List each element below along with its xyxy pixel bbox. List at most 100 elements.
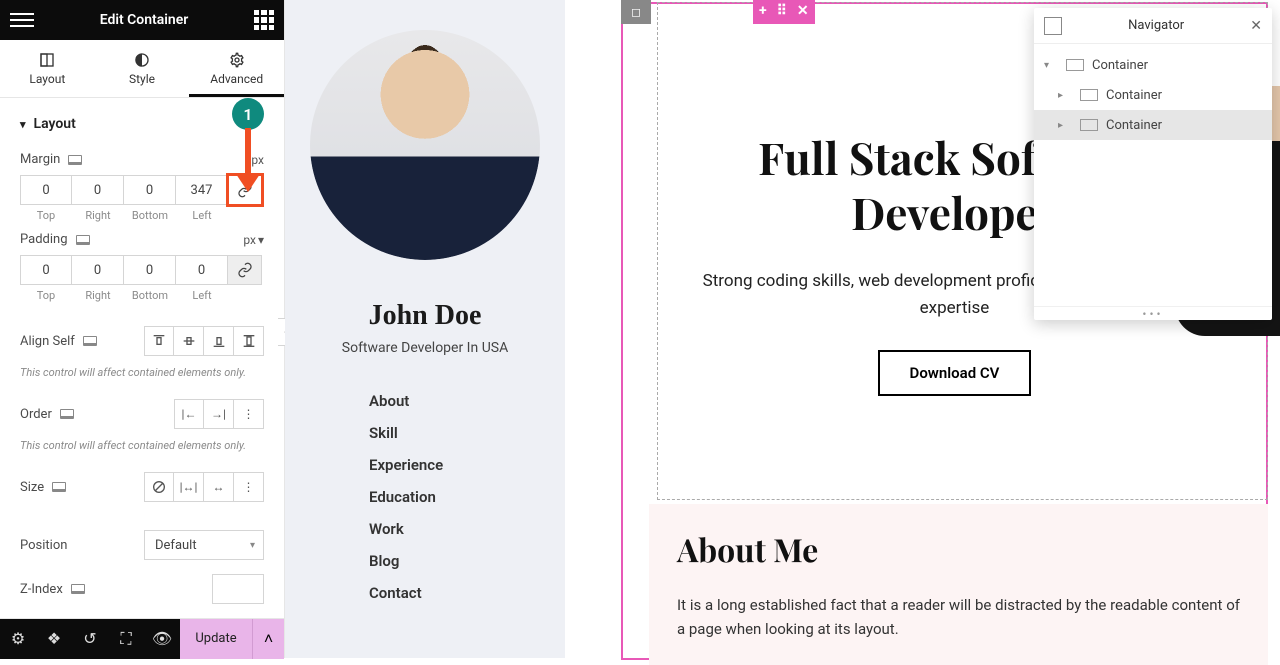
margin-left-input[interactable] (176, 175, 228, 205)
size-buttons: |↔| ↔ ⋮ (144, 472, 264, 502)
margin-bottom-input[interactable] (124, 175, 176, 205)
layout-icon (0, 50, 95, 70)
position-select[interactable]: Default (144, 530, 264, 560)
padding-row: Padding px ▾ (20, 222, 264, 251)
update-button[interactable]: Update (180, 619, 252, 659)
menu-item[interactable]: Work (369, 520, 565, 538)
preview-icon[interactable]: 👁 (144, 619, 180, 659)
order-row: Order |← →| ⋮ (20, 389, 264, 433)
align-start-button[interactable] (144, 326, 174, 356)
style-icon (95, 50, 190, 70)
responsive-badge[interactable]: ◻ (621, 0, 651, 24)
order-end-button[interactable]: →| (204, 399, 234, 429)
about-section: About Me It is a long established fact t… (649, 504, 1268, 665)
order-more-button[interactable]: ⋮ (234, 399, 264, 429)
tree-node[interactable]: ▸Container (1034, 80, 1272, 110)
align-end-button[interactable] (204, 326, 234, 356)
download-cv-button[interactable]: Download CV (878, 350, 1032, 396)
padding-right-input[interactable] (72, 255, 124, 285)
padding-top-input[interactable] (20, 255, 72, 285)
responsive-icon[interactable] (76, 235, 90, 245)
order-note: This control will affect contained eleme… (20, 439, 264, 452)
padding-inputs (20, 255, 264, 285)
avatar (310, 30, 540, 260)
responsive-icon[interactable] (52, 482, 66, 492)
size-none-button[interactable] (144, 472, 174, 502)
responsive-icon[interactable] (83, 336, 97, 346)
panel-footer: ⚙ ❖ ↺ ⛶ 👁 Update ˄ (0, 618, 284, 658)
close-element-button[interactable]: ✕ (797, 3, 809, 19)
apps-icon[interactable] (254, 10, 274, 30)
about-heading: About Me (677, 528, 1240, 571)
order-start-button[interactable]: |← (174, 399, 204, 429)
settings-icon[interactable]: ⚙ (0, 619, 36, 659)
container-icon (1080, 89, 1098, 101)
padding-bottom-input[interactable] (124, 255, 176, 285)
tab-advanced[interactable]: Advanced (189, 40, 284, 97)
navigator-resize-handle[interactable]: ••• (1034, 306, 1272, 320)
padding-link-button[interactable] (228, 255, 262, 285)
align-self-row: Align Self (20, 316, 264, 360)
menu-item[interactable]: Education (369, 488, 565, 506)
margin-row: Margin px (20, 142, 264, 171)
navigator-title: Navigator (1062, 18, 1250, 33)
profile-role: Software Developer In USA (342, 340, 508, 356)
align-note: This control will affect contained eleme… (20, 366, 264, 379)
navigator-panel: Navigator ✕ ▾Container ▸Container ▸Conta… (1034, 8, 1272, 320)
menu-item[interactable]: Contact (369, 584, 565, 602)
margin-label: Margin (20, 152, 60, 167)
panel-tabs: Layout Style Advanced (0, 40, 284, 98)
add-element-button[interactable]: + (759, 3, 767, 19)
about-text: It is a long established fact that a rea… (677, 593, 1240, 641)
zindex-input[interactable] (212, 574, 264, 604)
navigator-header: Navigator ✕ (1034, 8, 1272, 44)
panel-title: Edit Container (34, 12, 254, 28)
order-buttons: |← →| ⋮ (174, 399, 264, 429)
menu-item[interactable]: Experience (369, 456, 565, 474)
margin-top-input[interactable] (20, 175, 72, 205)
callout-marker: 1 (232, 98, 264, 130)
history-icon[interactable]: ↺ (72, 619, 108, 659)
layers-icon[interactable]: ❖ (36, 619, 72, 659)
panel-header: Edit Container (0, 0, 284, 40)
container-icon (1080, 119, 1098, 131)
align-self-buttons (144, 326, 264, 356)
size-grow-button[interactable]: |↔| (174, 472, 204, 502)
gear-icon (189, 50, 284, 70)
menu-item[interactable]: About (369, 392, 565, 410)
update-options-button[interactable]: ˄ (252, 619, 284, 659)
navigator-close-button[interactable]: ✕ (1250, 18, 1262, 34)
responsive-icon[interactable] (68, 155, 82, 165)
padding-left-input[interactable] (176, 255, 228, 285)
tree-node[interactable]: ▸Container (1034, 110, 1272, 140)
zindex-row: Z-Index (20, 564, 264, 608)
tab-style[interactable]: Style (95, 40, 190, 97)
size-shrink-button[interactable]: ↔ (204, 472, 234, 502)
element-toolbar: + ⠿ ✕ (753, 0, 815, 24)
position-row: Position Default (20, 520, 264, 564)
callout-number: 1 (232, 98, 264, 130)
menu-item[interactable]: Blog (369, 552, 565, 570)
tab-layout[interactable]: Layout (0, 40, 95, 97)
profile-menu: About Skill Experience Education Work Bl… (285, 392, 565, 602)
responsive-mode-icon[interactable]: ⛶ (108, 619, 144, 659)
profile-sidebar: John Doe Software Developer In USA About… (285, 0, 565, 658)
margin-inputs (20, 175, 264, 205)
navigator-tree: ▾Container ▸Container ▸Container (1034, 44, 1272, 146)
size-row: Size |↔| ↔ ⋮ (20, 462, 264, 506)
section-layout-toggle[interactable]: Layout (20, 98, 264, 142)
navigator-dock-icon[interactable] (1044, 17, 1062, 35)
menu-item[interactable]: Skill (369, 424, 565, 442)
container-icon (1066, 59, 1084, 71)
padding-unit[interactable]: px ▾ (243, 233, 264, 247)
margin-right-input[interactable] (72, 175, 124, 205)
profile-name: John Doe (369, 300, 482, 332)
align-center-button[interactable] (174, 326, 204, 356)
align-stretch-button[interactable] (234, 326, 264, 356)
menu-icon[interactable] (10, 8, 34, 32)
tree-node[interactable]: ▾Container (1034, 50, 1272, 80)
size-more-button[interactable]: ⋮ (234, 472, 264, 502)
edit-element-button[interactable]: ⠿ (777, 3, 787, 19)
responsive-icon[interactable] (60, 409, 74, 419)
responsive-icon[interactable] (71, 584, 85, 594)
